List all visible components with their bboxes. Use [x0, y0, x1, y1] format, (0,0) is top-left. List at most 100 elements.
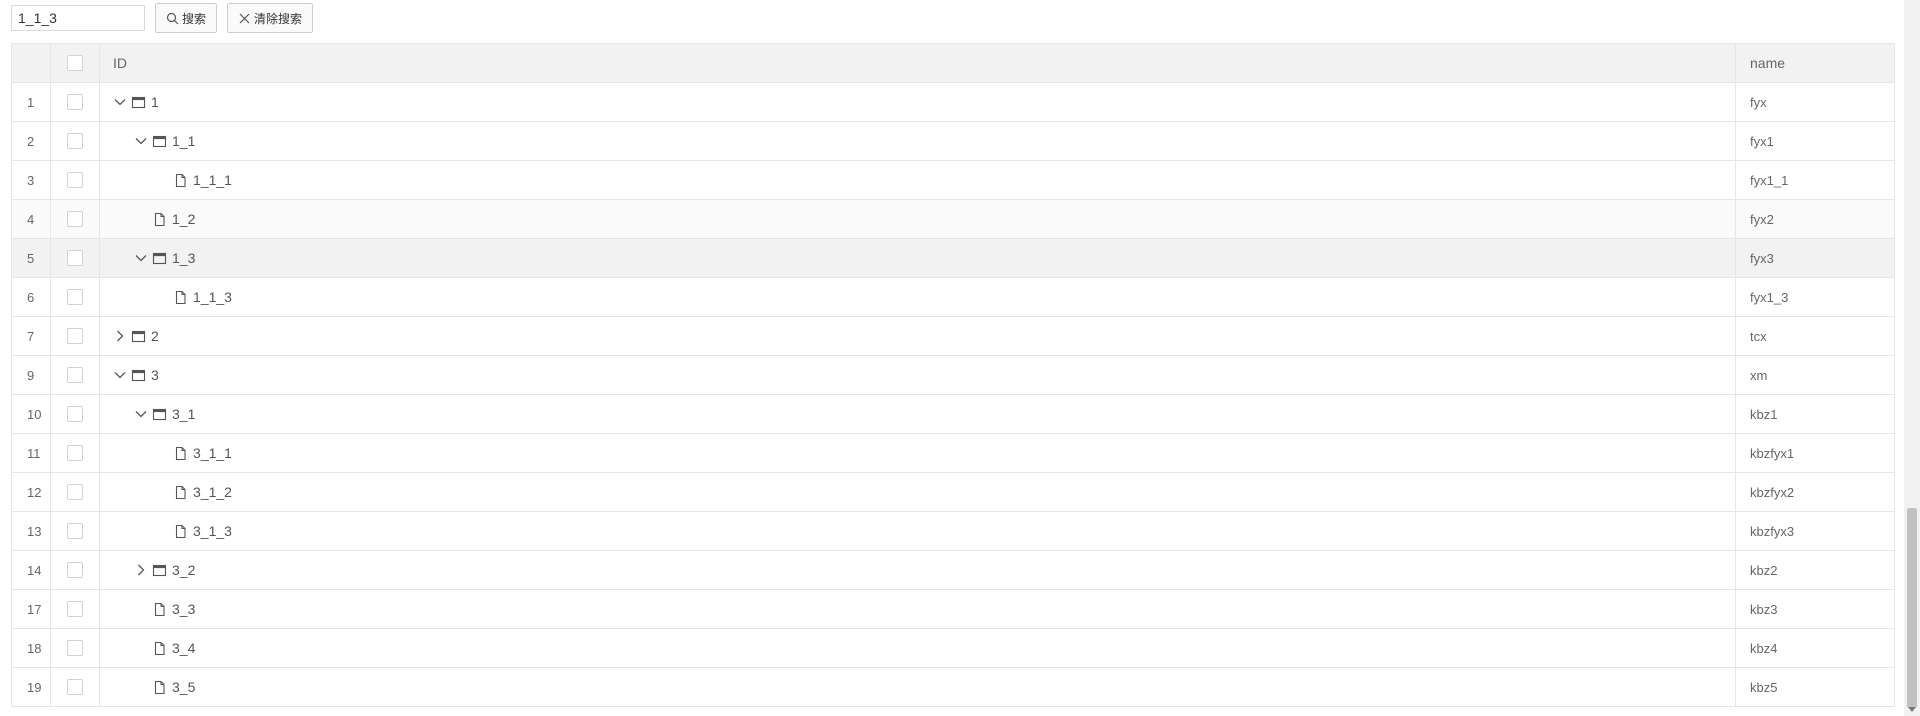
tree-node[interactable]: 1_1_1	[155, 172, 232, 188]
name-cell: fyx1_3	[1750, 289, 1789, 305]
tree-node[interactable]: 1_3	[134, 250, 195, 266]
chevron-down-icon[interactable]	[134, 134, 148, 148]
node-id: 3_3	[172, 601, 196, 617]
chevron-down-icon[interactable]	[134, 407, 148, 421]
table-row[interactable]: 4 1_2 fyx2	[12, 200, 1894, 239]
row-number: 4	[12, 200, 51, 238]
search-icon	[166, 12, 179, 24]
table-row[interactable]: 2 1_1 fyx1	[12, 122, 1894, 161]
row-checkbox[interactable]	[67, 328, 83, 344]
header-name[interactable]: name	[1736, 44, 1894, 82]
header-id[interactable]: ID	[100, 44, 1736, 82]
row-checkbox[interactable]	[67, 523, 83, 539]
chevron-down-icon[interactable]	[134, 251, 148, 265]
tree-node[interactable]: 3_1_1	[155, 445, 232, 461]
table-row[interactable]: 19 3_5 kbz5	[12, 668, 1894, 707]
name-cell: kbz3	[1750, 601, 1778, 617]
file-icon	[152, 602, 167, 617]
chevron-right-icon[interactable]	[134, 563, 148, 577]
tree-node[interactable]: 3_2	[134, 562, 195, 578]
table-row[interactable]: 5 1_3 fyx3	[12, 239, 1894, 278]
row-checkbox[interactable]	[67, 289, 83, 305]
table-row[interactable]: 9 3 xm	[12, 356, 1894, 395]
row-checkbox[interactable]	[67, 133, 83, 149]
tree-node[interactable]: 3_3	[134, 601, 195, 617]
select-all-checkbox[interactable]	[67, 55, 83, 71]
table-row[interactable]: 18 3_4 kbz4	[12, 629, 1894, 668]
name-cell: fyx	[1750, 94, 1767, 110]
row-checkbox[interactable]	[67, 250, 83, 266]
table-row[interactable]: 7 2 tcx	[12, 317, 1894, 356]
row-checkbox[interactable]	[67, 445, 83, 461]
row-checkbox[interactable]	[67, 94, 83, 110]
search-input[interactable]	[11, 5, 145, 31]
table-row[interactable]: 11 3_1_1 kbzfyx1	[12, 434, 1894, 473]
tree-node[interactable]: 3_1_2	[155, 484, 232, 500]
row-checkbox[interactable]	[67, 211, 83, 227]
tree-node[interactable]: 3_1_3	[155, 523, 232, 539]
chevron-right-icon[interactable]	[113, 329, 127, 343]
tree-node[interactable]: 2	[113, 328, 159, 344]
table-row[interactable]: 10 3_1 kbz1	[12, 395, 1894, 434]
row-checkbox[interactable]	[67, 172, 83, 188]
vertical-scrollbar[interactable]	[1904, 0, 1920, 716]
table-row[interactable]: 12 3_1_2 kbzfyx2	[12, 473, 1894, 512]
row-checkbox[interactable]	[67, 679, 83, 695]
name-cell: kbz4	[1750, 640, 1778, 656]
node-id: 1	[151, 94, 159, 110]
id-cell: 3	[100, 356, 1736, 394]
file-icon	[173, 290, 188, 305]
header-checkbox-cell	[51, 44, 100, 82]
id-cell: 2	[100, 317, 1736, 355]
table-row[interactable]: 3 1_1_1 fyx1_1	[12, 161, 1894, 200]
row-checkbox-cell	[51, 668, 100, 706]
folder-icon	[131, 95, 146, 110]
node-id: 3_1	[172, 406, 196, 422]
row-checkbox[interactable]	[67, 406, 83, 422]
node-id: 3_2	[172, 562, 196, 578]
name-cell: kbz2	[1750, 562, 1778, 578]
row-checkbox[interactable]	[67, 367, 83, 383]
node-id: 3_5	[172, 679, 196, 695]
chevron-down-icon[interactable]	[113, 368, 127, 382]
row-number: 5	[12, 239, 51, 277]
file-icon	[173, 173, 188, 188]
tree-node[interactable]: 1_1	[134, 133, 195, 149]
id-cell: 3_1_1	[100, 434, 1736, 472]
chevron-down-icon[interactable]	[113, 95, 127, 109]
table-row[interactable]: 17 3_3 kbz3	[12, 590, 1894, 629]
search-button[interactable]: 搜索	[155, 3, 218, 33]
toolbar: 搜索 清除搜索	[11, 3, 314, 33]
table-row[interactable]: 1 1 fyx	[12, 83, 1894, 122]
scrollbar-thumb[interactable]	[1907, 508, 1917, 708]
table-row[interactable]: 6 1_1_3 fyx1_3	[12, 278, 1894, 317]
id-cell: 3_4	[100, 629, 1736, 667]
table-row[interactable]: 13 3_1_3 kbzfyx3	[12, 512, 1894, 551]
table-header: ID name	[12, 43, 1894, 83]
row-number: 19	[12, 668, 51, 706]
row-checkbox-cell	[51, 629, 100, 667]
id-cell: 3_2	[100, 551, 1736, 589]
tree-node[interactable]: 3_4	[134, 640, 195, 656]
folder-icon	[152, 251, 167, 266]
row-checkbox[interactable]	[67, 640, 83, 656]
row-checkbox-cell	[51, 512, 100, 550]
tree-node[interactable]: 3_5	[134, 679, 195, 695]
row-checkbox[interactable]	[67, 562, 83, 578]
clear-search-button[interactable]: 清除搜索	[227, 3, 314, 33]
name-cell: fyx1_1	[1750, 172, 1789, 188]
header-number-cell	[12, 44, 51, 82]
node-id: 3_1_1	[193, 445, 232, 461]
file-icon	[173, 485, 188, 500]
table-row[interactable]: 14 3_2 kbz2	[12, 551, 1894, 590]
row-checkbox[interactable]	[67, 484, 83, 500]
tree-node[interactable]: 1	[113, 94, 159, 110]
row-checkbox[interactable]	[67, 601, 83, 617]
tree-node[interactable]: 3_1	[134, 406, 195, 422]
name-cell: fyx2	[1750, 211, 1774, 227]
scroll-down-icon[interactable]	[1908, 707, 1916, 712]
tree-node[interactable]: 1_1_3	[155, 289, 232, 305]
id-cell: 3_1_2	[100, 473, 1736, 511]
tree-node[interactable]: 1_2	[134, 211, 195, 227]
tree-node[interactable]: 3	[113, 367, 159, 383]
